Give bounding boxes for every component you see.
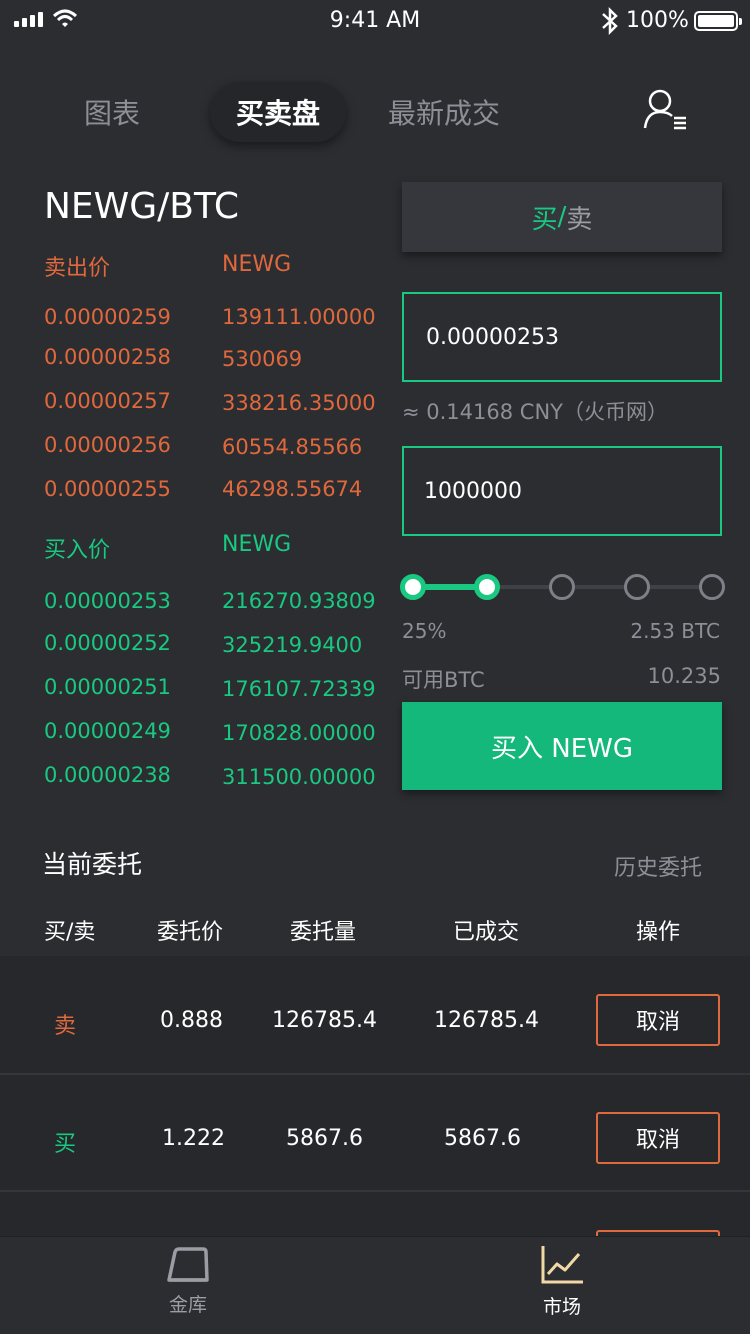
price-input[interactable]: 0.00000253: [402, 292, 722, 382]
col-price: 委托价: [157, 920, 224, 945]
order-price: 0.888: [160, 1008, 223, 1033]
order-amount: 5867.6: [286, 1126, 363, 1151]
tabbar-market-label: 市场: [542, 1296, 581, 1318]
bid-amount[interactable]: 176107.72339: [222, 677, 376, 701]
col-filled: 已成交: [453, 920, 520, 945]
available-label: 可用BTC: [402, 668, 485, 692]
ask-amount[interactable]: 139111.00000: [222, 305, 376, 329]
slider-stop-25[interactable]: [474, 574, 500, 600]
ask-price-header: 卖出价: [44, 256, 111, 281]
buy-sell-toggle[interactable]: 买 / 卖: [402, 182, 722, 252]
toggle-sell-label: 卖: [566, 204, 593, 235]
ask-amount-header: NEWG: [222, 252, 292, 277]
bid-price-header: 买入价: [44, 538, 111, 563]
amount-input[interactable]: 1000000: [402, 446, 722, 536]
ask-amount[interactable]: 60554.85566: [222, 435, 362, 459]
available-value: 10.235: [647, 664, 721, 688]
user-menu-icon[interactable]: [640, 86, 690, 136]
bid-amount[interactable]: 325219.9400: [222, 633, 362, 657]
slider-stop-100[interactable]: [699, 574, 725, 600]
bid-price[interactable]: 0.00000249: [44, 719, 171, 743]
ask-amount[interactable]: 338216.35000: [222, 391, 376, 415]
bid-price[interactable]: 0.00000238: [44, 763, 171, 787]
order-filled: 126785.4: [434, 1008, 539, 1033]
tab-chart[interactable]: 图表: [84, 92, 140, 132]
vault-icon: [167, 1247, 209, 1282]
order-filled: 5867.6: [444, 1126, 521, 1151]
order-side: 卖: [54, 1014, 77, 1039]
order-price: 1.222: [162, 1126, 225, 1151]
bid-price[interactable]: 0.00000253: [44, 589, 171, 613]
toggle-separator: /: [557, 202, 567, 232]
col-side: 买/卖: [44, 920, 96, 945]
bid-price[interactable]: 0.00000252: [44, 631, 171, 655]
bid-amount-header: NEWG: [222, 532, 292, 557]
bottom-tab-bar: [0, 1236, 750, 1334]
ask-price[interactable]: 0.00000259: [44, 305, 171, 329]
toggle-buy-label: 买: [531, 204, 558, 235]
buy-submit-button[interactable]: 买入 NEWG: [402, 702, 722, 790]
current-orders-title: 当前委托: [42, 850, 143, 879]
bid-price[interactable]: 0.00000251: [44, 675, 171, 699]
ask-amount[interactable]: 530069: [222, 347, 302, 371]
ask-price[interactable]: 0.00000255: [44, 477, 171, 501]
cny-estimate: ≈ 0.14168 CNY（火币网）: [402, 400, 668, 424]
ask-price[interactable]: 0.00000256: [44, 433, 171, 457]
slider-stop-50[interactable]: [549, 574, 575, 600]
slider-btc-amount: 2.53 BTC: [630, 619, 720, 643]
ask-price[interactable]: 0.00000258: [44, 345, 171, 369]
battery-icon: [694, 11, 742, 31]
bid-amount[interactable]: 311500.00000: [222, 765, 376, 789]
slider-percent: 25%: [402, 619, 447, 643]
tabbar-vault[interactable]: 金库: [140, 1244, 236, 1332]
history-orders-link[interactable]: 历史委托: [614, 850, 702, 882]
tab-orderbook[interactable]: 买卖盘: [210, 82, 346, 142]
status-bar: 9:41 AM 100%: [0, 0, 750, 44]
bid-amount[interactable]: 216270.93809: [222, 589, 376, 613]
battery-percent: 100%: [626, 8, 689, 33]
bid-amount[interactable]: 170828.00000: [222, 721, 376, 745]
tab-latest-trades[interactable]: 最新成交: [388, 92, 500, 132]
market-chart-icon: [541, 1246, 583, 1284]
slider-stop-75[interactable]: [624, 574, 650, 600]
pair-title: NEWG/BTC: [44, 186, 240, 227]
ask-amount[interactable]: 46298.55674: [222, 477, 362, 501]
order-amount: 126785.4: [272, 1008, 377, 1033]
tabbar-vault-label: 金库: [168, 1294, 207, 1316]
bluetooth-icon: [602, 6, 618, 36]
cancel-order-button[interactable]: 取消: [596, 1112, 720, 1164]
order-side: 买: [54, 1132, 77, 1157]
slider-stop-0[interactable]: [400, 574, 426, 600]
cancel-order-button[interactable]: 取消: [596, 994, 720, 1046]
col-action: 操作: [636, 920, 681, 945]
tabbar-market[interactable]: 市场: [514, 1244, 610, 1332]
ask-price[interactable]: 0.00000257: [44, 389, 171, 413]
col-amount: 委托量: [290, 920, 357, 945]
